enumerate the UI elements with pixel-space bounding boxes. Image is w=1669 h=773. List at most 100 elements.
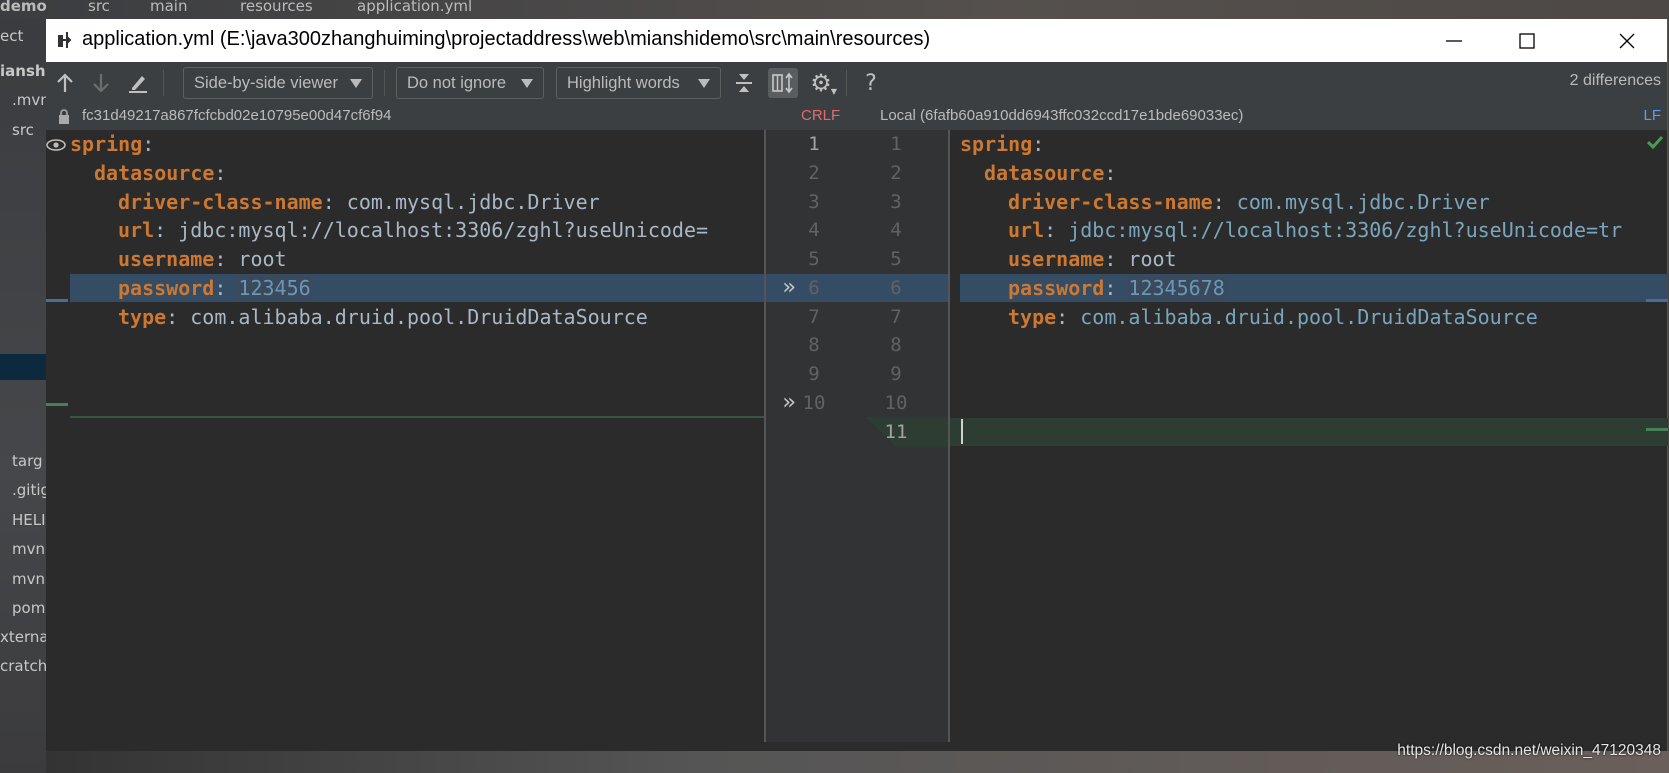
yaml-value: 123456	[238, 275, 311, 300]
code-line: username: root	[950, 245, 1668, 274]
lock-icon	[59, 109, 69, 124]
dropdown-value: Do not ignore	[407, 74, 507, 92]
window-title: application.yml (E:\java300zhanghuiming\…	[82, 28, 931, 50]
right-line-number: 5	[890, 248, 902, 270]
right-line-number: 3	[890, 190, 902, 213]
breadcrumb-item: resources	[240, 0, 313, 15]
code-line: password: 123456	[46, 274, 764, 303]
sidebar-text: ect	[0, 27, 24, 45]
inserted-change-marker	[46, 403, 68, 406]
help-button[interactable]: ?	[858, 70, 884, 96]
left-editor-pane[interactable]: spring: datasource: driver-class-name: com…	[46, 130, 764, 742]
chevron-down-icon	[698, 79, 710, 88]
left-line-separator[interactable]: CRLF	[801, 107, 840, 124]
line-number-gutter: 1 2 3 4 5 6 7 8 9 10 1 2 3 4 5 6 7 8 9 10 11»»	[764, 130, 950, 742]
right-line-number: 4	[890, 219, 902, 242]
sidebar-text: pom	[12, 599, 46, 617]
code-line: type: com.alibaba.druid.pool.DruidDataSo…	[46, 303, 764, 332]
next-difference-button[interactable]	[88, 70, 114, 96]
minimize-button[interactable]	[1424, 19, 1484, 62]
gear-icon: ⚙	[810, 69, 832, 97]
diff-dialog: application.yml (E:\java300zhanghuiming\…	[46, 19, 1668, 751]
sidebar-text: xternal	[0, 628, 46, 646]
left-line-number: 4	[808, 219, 820, 242]
sidebar-text: src	[12, 121, 34, 139]
yaml-colon: :	[322, 189, 335, 214]
yaml-colon: :	[1104, 275, 1117, 300]
left-line-number: 5	[808, 248, 820, 270]
viewer-mode-dropdown[interactable]: Side-by-side viewer	[183, 67, 373, 99]
sidebar-text: mvn	[12, 570, 45, 588]
right-line-number: 10	[884, 391, 908, 414]
yaml-colon: :	[214, 247, 227, 271]
breadcrumb-item: src	[88, 0, 110, 15]
selected-row	[0, 354, 46, 380]
sidebar-text: targ	[12, 452, 43, 470]
apply-change-button[interactable]: »	[774, 274, 804, 303]
yaml-value: root	[238, 247, 287, 271]
previous-difference-button[interactable]	[52, 70, 78, 96]
yaml-colon: :	[1212, 189, 1225, 214]
text-caret	[961, 419, 963, 444]
yaml-key: datasource	[984, 160, 1105, 185]
close-icon	[1619, 33, 1635, 48]
yaml-value: 12345678	[1128, 275, 1225, 300]
yaml-colon: :	[142, 132, 155, 156]
right-line-number: 1	[890, 133, 902, 155]
right-editor-pane[interactable]: spring: datasource: driver-class-name: com…	[950, 130, 1668, 742]
left-line-number: 7	[808, 305, 820, 328]
pencil-icon	[129, 76, 147, 93]
sidebar-text: HELI	[12, 511, 46, 529]
highlight-mode-dropdown[interactable]: Highlight words	[556, 67, 721, 99]
ignore-whitespace-dropdown[interactable]: Do not ignore	[396, 67, 544, 99]
yaml-key: spring	[70, 132, 143, 156]
breadcrumb-item: demo	[0, 0, 47, 15]
edit-source-button[interactable]	[125, 70, 151, 96]
yaml-colon: :	[214, 275, 227, 300]
yaml-key: driver-class-name	[118, 189, 323, 214]
right-line-separator[interactable]: LF	[1643, 107, 1661, 124]
close-button[interactable]	[1597, 19, 1657, 62]
arrow-down-icon	[93, 74, 109, 93]
inserted-change-marker	[1646, 428, 1668, 431]
yaml-key: password	[118, 275, 215, 300]
yaml-colon: :	[1056, 304, 1069, 329]
yaml-value: com.mysql.jdbc.Driver	[346, 189, 600, 214]
arrow-up-icon	[57, 73, 73, 92]
yaml-key: type	[1008, 304, 1057, 329]
yaml-value: jdbc:mysql://localhost:3306/zghl?useUnic…	[1068, 218, 1623, 243]
chevron-down-icon	[350, 79, 362, 88]
inserted-line-highlight	[950, 417, 1668, 446]
right-line-number: 7	[890, 305, 902, 328]
left-line-number: 8	[808, 334, 820, 357]
revision-header: fc31d49217a867fcfcbd02e10795e00d47cf6f94…	[46, 104, 1667, 130]
collapse-icon	[736, 74, 752, 92]
code-line: datasource:	[46, 159, 764, 188]
collapse-unchanged-button[interactable]	[731, 70, 757, 96]
breadcrumb-item: application.yml	[357, 0, 473, 15]
toolbar-separator	[846, 70, 847, 96]
ide-breadcrumb-background: demo src main resources application.yml	[0, 0, 1669, 19]
code-line: datasource:	[950, 159, 1668, 188]
code-line: password: 12345678	[950, 274, 1668, 303]
yaml-colon: :	[1044, 218, 1057, 243]
yaml-key: url	[1008, 218, 1045, 243]
right-line-number: 8	[890, 334, 902, 357]
left-line-number: 2	[808, 161, 820, 184]
yaml-value: com.alibaba.druid.pool.DruidDataSource	[1080, 304, 1538, 329]
sidebar-text: .mvn	[12, 91, 46, 109]
sync-scroll-icon	[772, 72, 793, 94]
apply-change-button[interactable]: »	[774, 389, 804, 418]
yaml-colon: :	[166, 304, 179, 329]
left-line-number: 9	[808, 363, 820, 385]
chevron-down-icon	[521, 79, 533, 88]
maximize-button[interactable]	[1497, 19, 1557, 62]
minimize-icon	[1446, 39, 1462, 42]
code-line: url: jdbc:mysql://localhost:3306/zghl?us…	[46, 216, 764, 245]
dropdown-value: Side-by-side viewer	[194, 74, 338, 92]
left-revision-hash: fc31d49217a867fcfcbd02e10795e00d47cf6f94	[82, 107, 392, 124]
yaml-key: spring	[960, 132, 1033, 156]
synchronize-scrolling-button[interactable]	[768, 68, 798, 98]
yaml-value: root	[1128, 247, 1177, 271]
settings-button[interactable]: ⚙ ▼	[808, 69, 837, 97]
